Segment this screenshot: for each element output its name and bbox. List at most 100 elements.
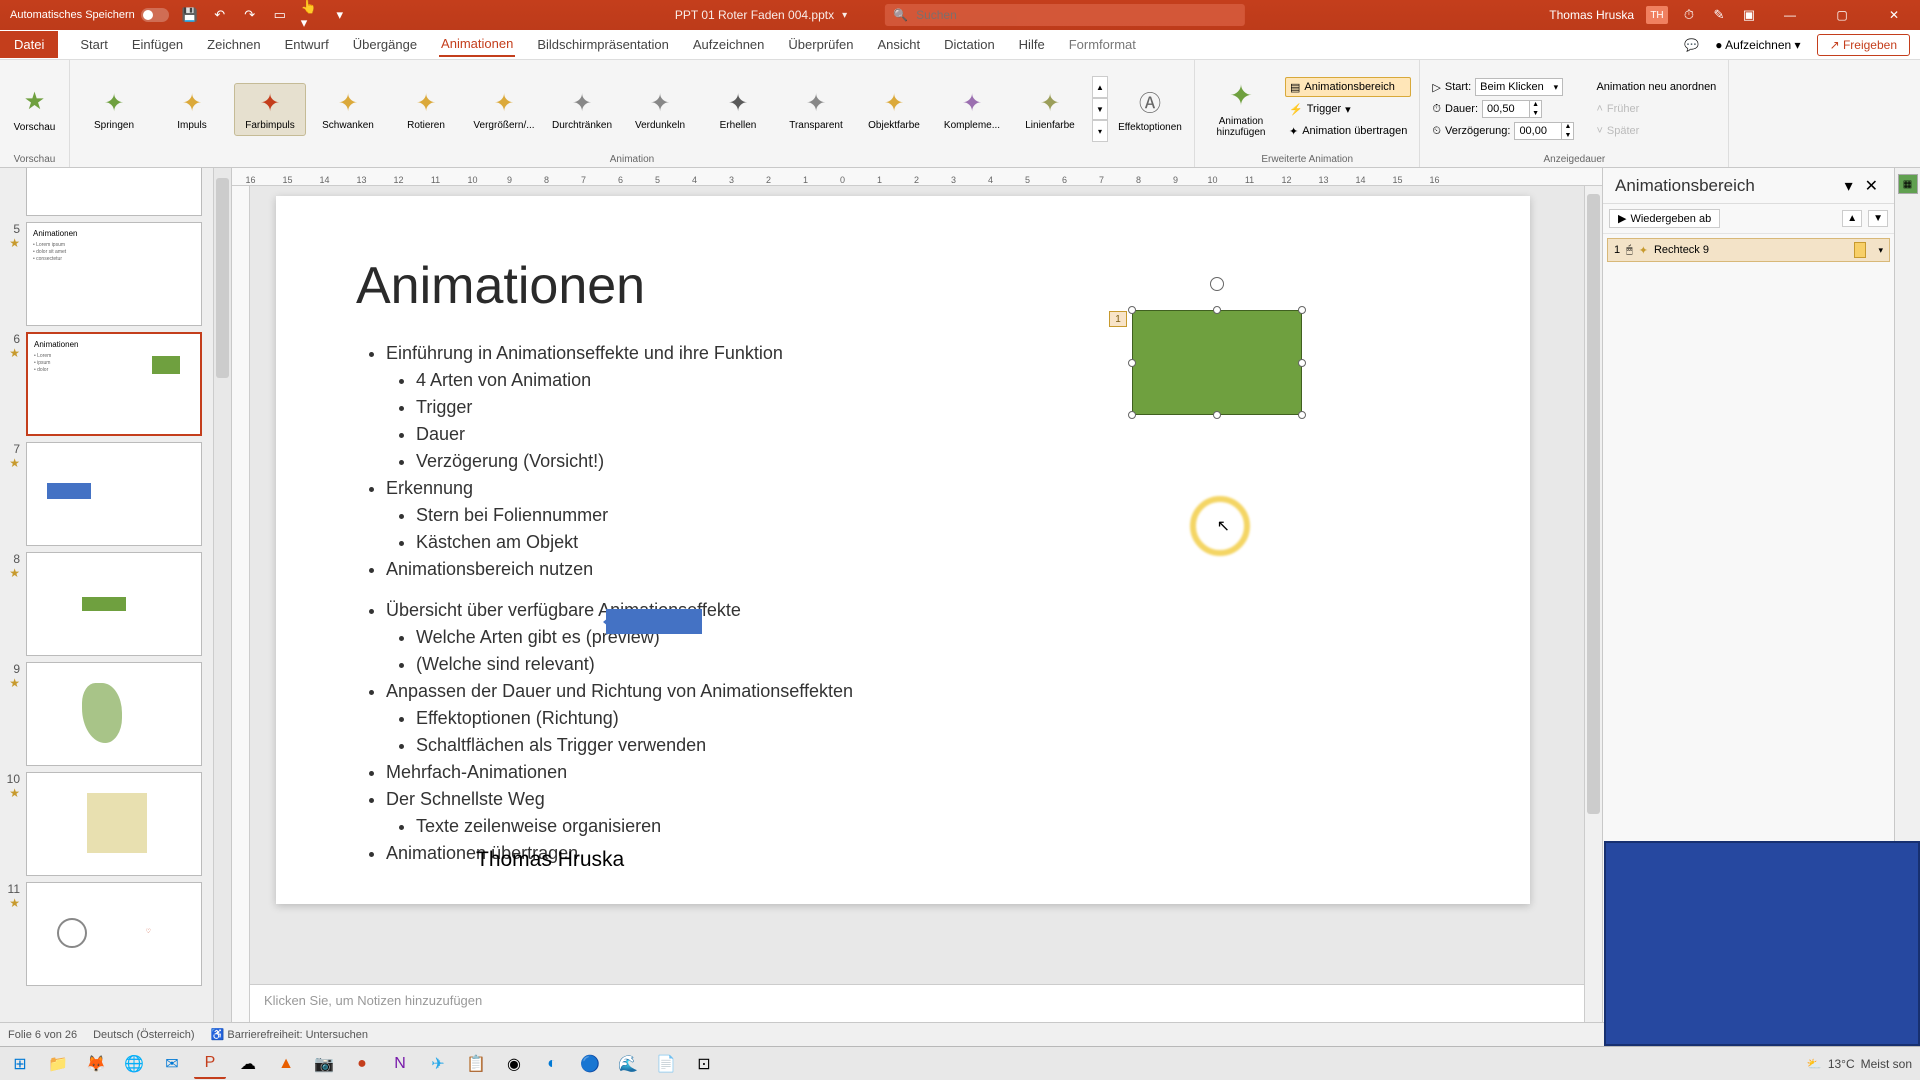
add-animation-button[interactable]: ✦ Animation hinzufügen	[1203, 76, 1279, 142]
comments-icon[interactable]: 💬	[1684, 38, 1699, 52]
save-icon[interactable]: 💾	[181, 6, 199, 24]
entry-dropdown-icon[interactable]: ▾	[1878, 245, 1883, 256]
redo-icon[interactable]: ↷	[241, 6, 259, 24]
effect-kompleme[interactable]: ✦Kompleme...	[936, 84, 1008, 135]
down-icon[interactable]: ▼	[1092, 98, 1108, 120]
editor-scrollbar[interactable]	[1584, 186, 1602, 1022]
timeline-chip[interactable]	[1854, 242, 1866, 258]
content-placeholder[interactable]: Einführung in Animationseffekte und ihre…	[356, 340, 1450, 867]
window-icon[interactable]: ▣	[1740, 6, 1758, 24]
user-avatar[interactable]: TH	[1646, 6, 1668, 24]
effect-vergroessern[interactable]: ✦Vergrößern/...	[468, 84, 540, 135]
title-dropdown-icon[interactable]: ▾	[842, 10, 847, 21]
app-icon[interactable]: ⊡	[688, 1049, 720, 1079]
rectangle-shape[interactable]: 1	[1132, 310, 1302, 415]
tab-transitions[interactable]: Übergänge	[351, 33, 419, 56]
slide-thumb-7[interactable]	[26, 442, 202, 546]
touch-mode-icon[interactable]: 👆▾	[301, 6, 319, 24]
slide-thumb-10[interactable]	[26, 772, 202, 876]
tab-view[interactable]: Ansicht	[875, 33, 922, 56]
duration-spinner[interactable]: ▲▼	[1482, 100, 1542, 118]
animation-entry[interactable]: 1 🖱 ✦ Rechteck 9 ▾	[1607, 238, 1890, 262]
app-icon[interactable]: ☁	[232, 1049, 264, 1079]
autosave-toggle[interactable]: Automatisches Speichern	[10, 8, 169, 22]
effect-schwanken[interactable]: ✦Schwanken	[312, 84, 384, 135]
resize-handle[interactable]	[1128, 306, 1136, 314]
slide-thumb[interactable]	[26, 168, 202, 216]
powerpoint-icon[interactable]: P	[194, 1049, 226, 1079]
effect-transparent[interactable]: ✦Transparent	[780, 84, 852, 135]
history-icon[interactable]: ⏱	[1680, 6, 1698, 24]
tab-file[interactable]: Datei	[0, 31, 58, 58]
tab-draw[interactable]: Zeichnen	[205, 33, 262, 56]
obs-icon[interactable]: ◉	[498, 1049, 530, 1079]
trigger-button[interactable]: ⚡Trigger ▾	[1285, 99, 1411, 119]
notes-pane[interactable]: Klicken Sie, um Notizen hinzuzufügen	[250, 984, 1584, 1022]
tab-design[interactable]: Entwurf	[283, 33, 331, 56]
animation-painter-button[interactable]: ✦Animation übertragen	[1285, 121, 1411, 141]
onenote-icon[interactable]: N	[384, 1049, 416, 1079]
close-button[interactable]: ✕	[1874, 0, 1914, 30]
resize-handle[interactable]	[1128, 359, 1136, 367]
down-icon[interactable]: ▼	[1529, 109, 1541, 118]
accessibility-checker[interactable]: ♿ Barrierefreiheit: Untersuchen	[211, 1028, 368, 1041]
app-icon[interactable]: 📋	[460, 1049, 492, 1079]
app-icon[interactable]: 🔵	[574, 1049, 606, 1079]
app-icon[interactable]: 📷	[308, 1049, 340, 1079]
share-button[interactable]: ↗ Freigeben	[1817, 34, 1910, 56]
resize-handle[interactable]	[1298, 411, 1306, 419]
pen-icon[interactable]: ✎	[1710, 6, 1728, 24]
gallery-scroll[interactable]: ▲▼▾	[1092, 76, 1108, 142]
app-icon[interactable]: 📄	[650, 1049, 682, 1079]
thumb-scrollbar[interactable]	[213, 168, 231, 1022]
explorer-icon[interactable]: 📁	[42, 1049, 74, 1079]
move-down-icon[interactable]: ▼	[1868, 210, 1888, 227]
up-icon[interactable]: ▲	[1561, 122, 1573, 131]
app-icon[interactable]: ◐	[536, 1049, 568, 1079]
chevron-down-icon[interactable]: ▾	[1837, 176, 1861, 196]
more-icon[interactable]: ▾	[1092, 120, 1108, 142]
tab-review[interactable]: Überprüfen	[786, 33, 855, 56]
tab-animations[interactable]: Animationen	[439, 32, 515, 57]
from-beginning-icon[interactable]: ▭	[271, 6, 289, 24]
outlook-icon[interactable]: ✉	[156, 1049, 188, 1079]
tab-record[interactable]: Aufzeichnen	[691, 33, 767, 56]
vlc-icon[interactable]: ▲	[270, 1049, 302, 1079]
telegram-icon[interactable]: ✈	[422, 1049, 454, 1079]
tab-help[interactable]: Hilfe	[1017, 33, 1047, 56]
preview-button[interactable]: ★ Vorschau	[5, 82, 65, 137]
effect-options-button[interactable]: Ⓐ Effektoptionen	[1114, 82, 1186, 137]
record-button[interactable]: ● Aufzeichnen ▾	[1715, 38, 1800, 52]
slide-counter[interactable]: Folie 6 von 26	[8, 1029, 77, 1041]
animation-tag[interactable]: 1	[1109, 311, 1127, 327]
effect-durchtraenken[interactable]: ✦Durchtränken	[546, 84, 618, 135]
undo-icon[interactable]: ↶	[211, 6, 229, 24]
move-up-icon[interactable]: ▲	[1842, 210, 1862, 227]
resize-handle[interactable]	[1213, 306, 1221, 314]
toggle-off-icon[interactable]	[141, 8, 169, 22]
scroll-thumb[interactable]	[1587, 194, 1600, 814]
tab-start[interactable]: Start	[78, 33, 109, 56]
close-pane-icon[interactable]: ✕	[1861, 176, 1882, 196]
firefox-icon[interactable]: 🦊	[80, 1049, 112, 1079]
slide-thumb-8[interactable]	[26, 552, 202, 656]
animation-pane-button[interactable]: ▤Animationsbereich	[1285, 77, 1411, 97]
effect-farbimpuls[interactable]: ✦Farbimpuls	[234, 83, 306, 136]
rotate-handle[interactable]	[1210, 277, 1224, 291]
start-select[interactable]: Beim Klicken	[1475, 78, 1563, 96]
effect-verdunkeln[interactable]: ✦Verdunkeln	[624, 84, 696, 135]
slide-thumb-9[interactable]	[26, 662, 202, 766]
delay-spinner[interactable]: ▲▼	[1514, 122, 1574, 140]
effect-rotieren[interactable]: ✦Rotieren	[390, 84, 462, 135]
resize-handle[interactable]	[1298, 359, 1306, 367]
slide-thumb-6[interactable]: Animationen• Lorem• ipsum• dolor	[26, 332, 202, 436]
minimize-button[interactable]: —	[1770, 0, 1810, 30]
play-from-button[interactable]: ▶ Wiedergeben ab	[1609, 209, 1720, 228]
effect-linienfarbe[interactable]: ✦Linienfarbe	[1014, 84, 1086, 135]
slide-title[interactable]: Animationen	[356, 256, 1450, 316]
slide-canvas[interactable]: Animationen Einführung in Animationseffe…	[276, 196, 1530, 904]
resize-handle[interactable]	[1213, 411, 1221, 419]
slide-thumb-5[interactable]: Animationen• Lorem ipsum• dolor sit amet…	[26, 222, 202, 326]
tab-format[interactable]: Formformat	[1067, 33, 1138, 56]
tab-insert[interactable]: Einfügen	[130, 33, 185, 56]
